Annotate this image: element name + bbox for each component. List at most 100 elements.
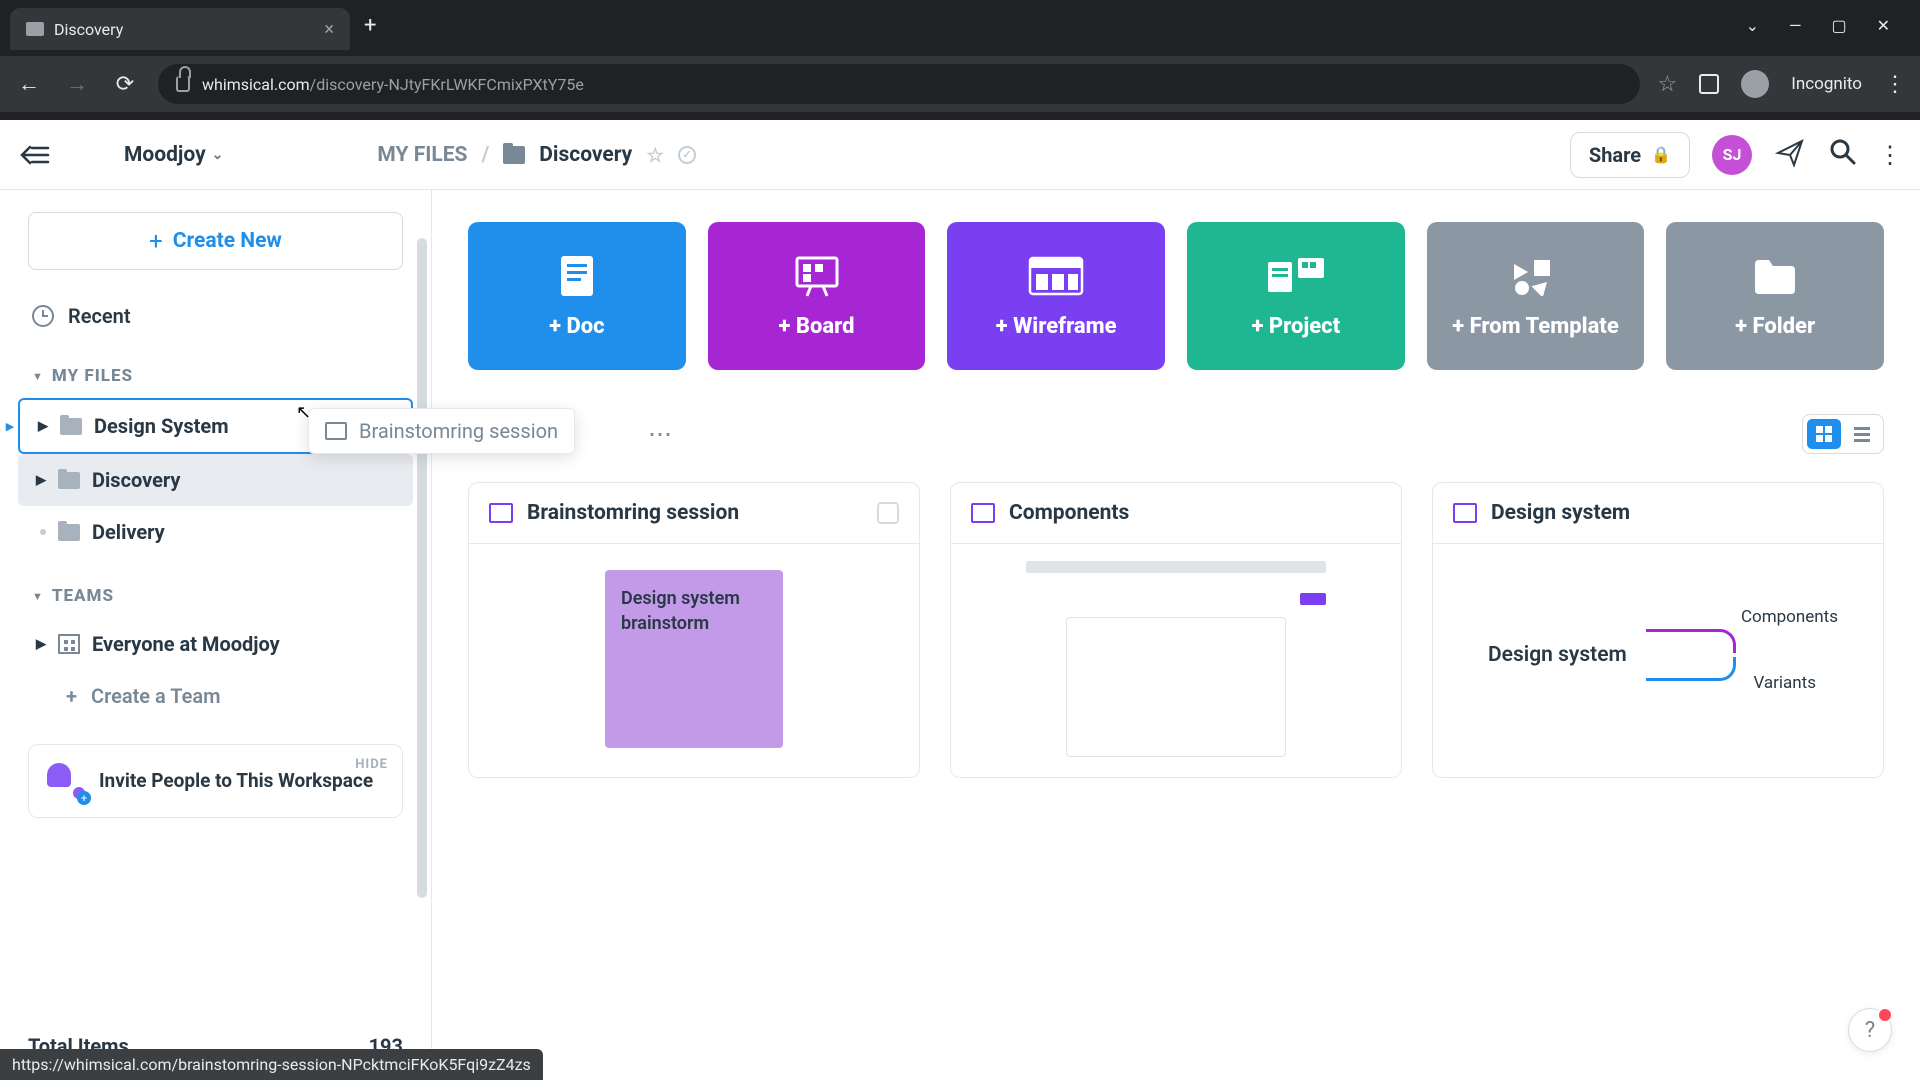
status-bar: https://whimsical.com/brainstomring-sess… [0, 1049, 543, 1080]
new-tab-button[interactable]: + [364, 13, 376, 38]
browser-tab[interactable]: Discovery × [10, 8, 350, 50]
create-new-button[interactable]: + Create New [28, 212, 403, 270]
extensions-icon[interactable] [1699, 74, 1719, 94]
card-title: Components [1009, 501, 1129, 525]
drag-ghost: Brainstomring session [308, 408, 575, 454]
chevron-right-icon[interactable]: ▶ [38, 419, 48, 434]
lock-icon [176, 76, 190, 92]
sidebar-folder-discovery[interactable]: ▶ Discovery [18, 454, 413, 506]
breadcrumb: MY FILES / Discovery ☆ ✓ [377, 143, 1556, 167]
invite-card[interactable]: HIDE + Invite People to This Workspace [28, 744, 403, 818]
card-header: Design system [1433, 483, 1883, 544]
hide-button[interactable]: HIDE [355, 757, 388, 772]
clock-icon [32, 305, 54, 327]
plus-icon: + [149, 227, 163, 255]
tile-doc[interactable]: + Doc [468, 222, 686, 370]
card-design-system[interactable]: Design system Design system Components V… [1432, 482, 1884, 778]
scrollbar[interactable] [417, 238, 427, 898]
sidebar-team-everyone[interactable]: ▶ Everyone at Moodjoy [18, 618, 413, 670]
collapse-sidebar-button[interactable] [18, 143, 50, 167]
drag-ghost-label: Brainstomring session [359, 419, 558, 443]
chevron-right-icon[interactable]: ▶ [36, 473, 46, 488]
card-preview: Design system brainstorm [469, 544, 919, 774]
board-icon [793, 254, 841, 298]
workspace-dropdown[interactable]: Moodjoy ⌄ [124, 143, 223, 167]
checkbox[interactable] [877, 502, 899, 524]
card-brainstorming[interactable]: Brainstomring session Design system brai… [468, 482, 920, 778]
folder-icon [60, 418, 82, 435]
chevron-down-icon: ⌄ [212, 147, 224, 163]
section-header-my-files[interactable]: ▼ MY FILES [18, 338, 413, 398]
card-components[interactable]: Components [950, 482, 1402, 778]
tile-label: + Doc [549, 314, 604, 339]
board-icon [325, 422, 347, 440]
card-header: Brainstomring session [469, 483, 919, 544]
create-new-label: Create New [173, 229, 282, 253]
incognito-label: Incognito [1791, 74, 1862, 94]
check-icon[interactable]: ✓ [678, 146, 696, 164]
address-bar-right: ☆ Incognito ⋮ [1658, 70, 1907, 98]
tile-wireframe[interactable]: + Wireframe [947, 222, 1165, 370]
browser-menu-icon[interactable]: ⋮ [1884, 72, 1906, 97]
folder-icon [26, 22, 44, 36]
recent-label: Recent [68, 304, 131, 328]
back-button[interactable]: ← [14, 71, 44, 97]
tab-bar: Discovery × + ⌄ — ▢ ✕ [0, 0, 1920, 50]
tile-project[interactable]: + Project [1187, 222, 1405, 370]
more-options-icon[interactable]: ⋯ [648, 420, 672, 448]
window-controls: ⌄ — ▢ ✕ [1746, 16, 1910, 35]
tile-board[interactable]: + Board [708, 222, 926, 370]
tile-label: + From Template [1452, 314, 1618, 339]
folder-label: Delivery [92, 520, 165, 544]
board-icon [1453, 503, 1477, 523]
chevron-right-icon[interactable]: ▶ [36, 637, 46, 652]
mindmap-branch: Components [1741, 607, 1838, 627]
header-actions: Share 🔒 SJ ⋮ [1570, 132, 1902, 178]
toolbar-row: ↖ Brainstomring session ⋯ [468, 414, 1884, 454]
sidebar: + Create New Recent ▼ MY FILES ▶ Design … [0, 190, 432, 1080]
lock-icon: 🔒 [1651, 145, 1671, 164]
bookmark-icon[interactable]: ☆ [1658, 72, 1678, 97]
sidebar-folder-delivery[interactable]: Delivery [18, 506, 413, 558]
maximize-icon[interactable]: ▢ [1831, 16, 1846, 35]
chevron-down-icon[interactable]: ⌄ [1746, 16, 1759, 35]
create-team-label: Create a Team [91, 684, 221, 708]
tile-template[interactable]: + From Template [1427, 222, 1645, 370]
main: + Create New Recent ▼ MY FILES ▶ Design … [0, 190, 1920, 1080]
reload-button[interactable]: ⟳ [110, 72, 140, 97]
folder-icon [58, 472, 80, 489]
search-icon[interactable] [1828, 137, 1856, 172]
help-button[interactable]: ? [1848, 1008, 1892, 1052]
board-icon [489, 503, 513, 523]
address-bar: ← → ⟳ whimsical.com/discovery-NJtyFKrLWK… [0, 56, 1920, 112]
folder-icon [58, 524, 80, 541]
tile-label: + Board [779, 314, 855, 339]
forward-button[interactable]: → [62, 71, 92, 97]
sidebar-item-recent[interactable]: Recent [18, 294, 413, 338]
app-header: Moodjoy ⌄ MY FILES / Discovery ☆ ✓ Share… [0, 120, 1920, 190]
list-view-button[interactable] [1845, 419, 1879, 449]
share-button[interactable]: Share 🔒 [1570, 132, 1690, 178]
folder-label: Design System [94, 414, 229, 438]
close-window-icon[interactable]: ✕ [1877, 16, 1890, 35]
workspace-name: Moodjoy [124, 143, 206, 167]
mindmap-center: Design system [1488, 643, 1627, 667]
url-field[interactable]: whimsical.com/discovery-NJtyFKrLWKFCmixP… [158, 64, 1640, 104]
minimize-icon[interactable]: — [1789, 16, 1802, 35]
folder-icon [1751, 254, 1799, 298]
breadcrumb-root[interactable]: MY FILES [377, 143, 467, 167]
grid-view-button[interactable] [1807, 419, 1841, 449]
section-header-teams[interactable]: ▼ TEAMS [18, 558, 413, 618]
avatar[interactable]: SJ [1712, 135, 1752, 175]
create-team-button[interactable]: + Create a Team [18, 670, 413, 722]
app-menu-icon[interactable]: ⋮ [1878, 141, 1902, 169]
card-preview: Design system Components Variants [1433, 544, 1883, 774]
favorite-icon[interactable]: ☆ [646, 143, 664, 167]
create-tiles: + Doc + Board + Wireframe + Project + Fr… [468, 222, 1884, 370]
tile-label: + Folder [1735, 314, 1815, 339]
folder-icon [503, 146, 525, 164]
browser-chrome: Discovery × + ⌄ — ▢ ✕ ← → ⟳ whimsical.co… [0, 0, 1920, 120]
send-icon[interactable] [1774, 137, 1806, 173]
close-icon[interactable]: × [324, 19, 334, 40]
tile-folder[interactable]: + Folder [1666, 222, 1884, 370]
